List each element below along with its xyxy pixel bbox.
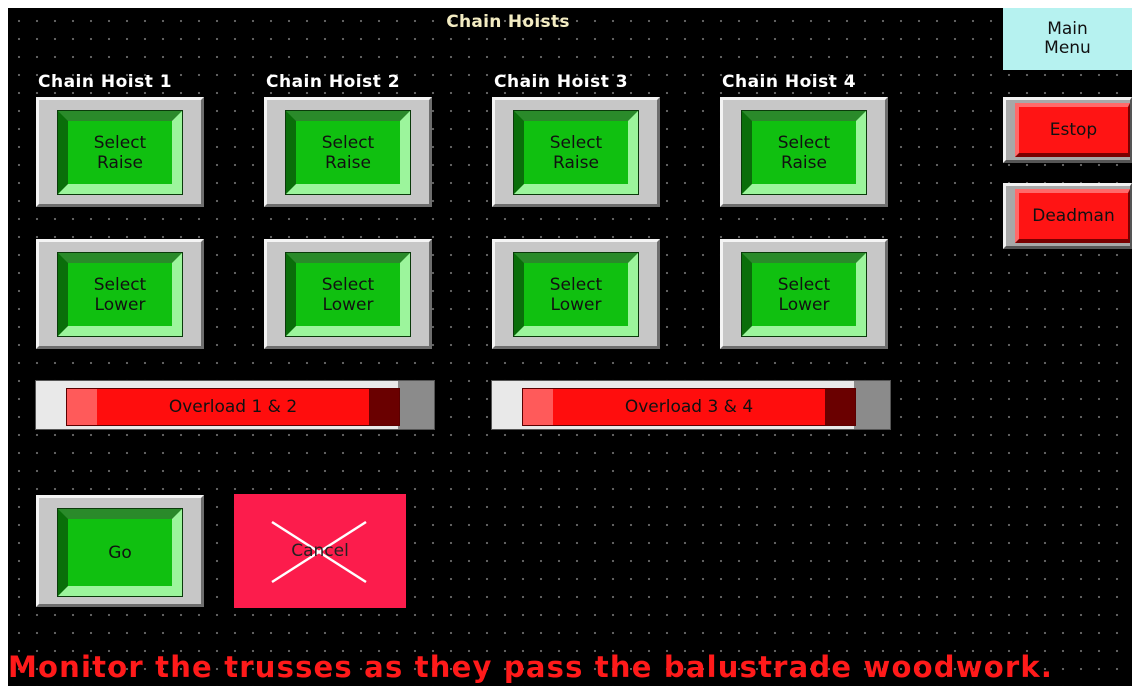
button-face: Select Lower [741, 252, 867, 337]
button-face: Select Lower [285, 252, 411, 337]
overload-1-2-indicator: Overload 1 & 2 [35, 380, 435, 430]
button-face: Select Raise [285, 110, 411, 195]
button-label-line2: Lower [778, 294, 830, 315]
button-label-line2: Raise [325, 152, 371, 173]
button-label-line1: Select [777, 132, 831, 153]
hoist-3-label: Chain Hoist 3 [494, 72, 629, 92]
overload-3-4-label: Overload 3 & 4 [624, 397, 754, 417]
estop-button[interactable]: Estop [1003, 97, 1132, 163]
hoist-1-select-raise-button[interactable]: Select Raise [36, 97, 204, 207]
overload-3-4-lamp: Overload 3 & 4 [522, 388, 856, 426]
button-face: Select Raise [513, 110, 639, 195]
button-label-line2: Raise [97, 152, 143, 173]
cancel-button[interactable]: Cancel [234, 494, 406, 608]
indicator-shade [398, 381, 434, 429]
deadman-button[interactable]: Deadman [1003, 183, 1132, 249]
button-label-line1: Select [777, 274, 831, 295]
main-menu-line1: Main [1047, 19, 1088, 39]
button-label-line1: Select [93, 132, 147, 153]
button-face: Deadman [1015, 189, 1130, 243]
button-label-line1: Select [93, 274, 147, 295]
hoist-1-select-lower-button[interactable]: Select Lower [36, 239, 204, 349]
status-message: Monitor the trusses as they pass the bal… [8, 650, 1054, 684]
button-label-line1: Select [321, 132, 375, 153]
button-label-line2: Raise [781, 152, 827, 173]
hoist-2-label: Chain Hoist 2 [266, 72, 401, 92]
button-label-line2: Lower [550, 294, 602, 315]
button-label-line2: Lower [94, 294, 146, 315]
hoist-3-select-lower-button[interactable]: Select Lower [492, 239, 660, 349]
hoist-2-select-raise-button[interactable]: Select Raise [264, 97, 432, 207]
button-label-line1: Select [321, 274, 375, 295]
button-label-line1: Select [549, 274, 603, 295]
overload-3-4-indicator: Overload 3 & 4 [491, 380, 891, 430]
button-face: Select Lower [57, 252, 183, 337]
estop-label: Estop [1049, 120, 1098, 140]
overload-1-2-lamp: Overload 1 & 2 [66, 388, 400, 426]
go-button[interactable]: Go [36, 495, 204, 607]
button-label-line2: Raise [553, 152, 599, 173]
button-label-line2: Lower [322, 294, 374, 315]
button-face: Go [57, 508, 183, 597]
hoist-2-select-lower-button[interactable]: Select Lower [264, 239, 432, 349]
deadman-label: Deadman [1032, 206, 1115, 226]
go-label: Go [108, 542, 132, 563]
hoist-1-label: Chain Hoist 1 [38, 72, 173, 92]
button-label-line1: Select [549, 132, 603, 153]
hmi-screen: Chain Hoists Chain Hoist 1 Chain Hoist 2… [8, 8, 1132, 686]
cancel-label: Cancel [291, 541, 349, 561]
main-menu-line2: Menu [1044, 38, 1091, 58]
hoist-4-label: Chain Hoist 4 [722, 72, 857, 92]
indicator-shade [854, 381, 890, 429]
overload-1-2-label: Overload 1 & 2 [168, 397, 298, 417]
main-menu-button[interactable]: Main Menu [1003, 8, 1132, 70]
hoist-3-select-raise-button[interactable]: Select Raise [492, 97, 660, 207]
button-face: Estop [1015, 103, 1130, 157]
button-face: Select Raise [741, 110, 867, 195]
button-face: Select Raise [57, 110, 183, 195]
hoist-4-select-lower-button[interactable]: Select Lower [720, 239, 888, 349]
button-face: Select Lower [513, 252, 639, 337]
screen-title: Chain Hoists [446, 12, 570, 32]
hoist-4-select-raise-button[interactable]: Select Raise [720, 97, 888, 207]
